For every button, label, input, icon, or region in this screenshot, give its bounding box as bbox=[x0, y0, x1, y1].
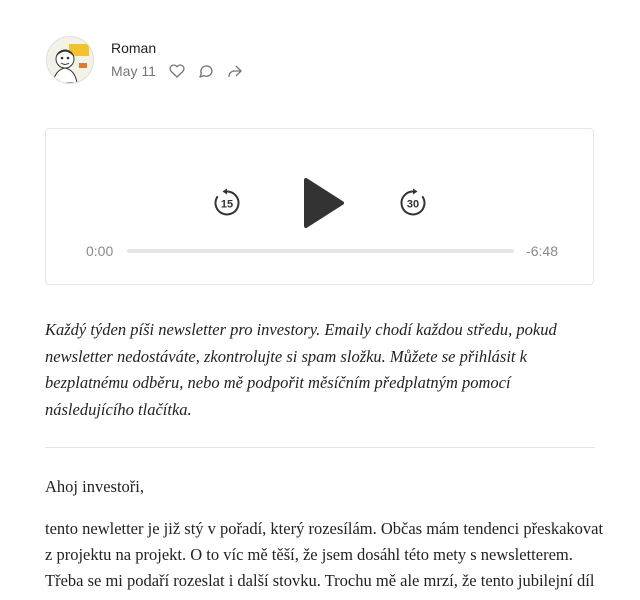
heart-icon[interactable] bbox=[169, 63, 185, 79]
audio-player: 15 30 0:00 -6:48 bbox=[45, 128, 594, 285]
avatar-image bbox=[47, 37, 93, 83]
divider bbox=[45, 447, 595, 448]
progress-track[interactable] bbox=[127, 249, 514, 253]
forward-30-button[interactable]: 30 bbox=[397, 187, 429, 219]
avatar[interactable] bbox=[46, 36, 94, 84]
current-time: 0:00 bbox=[86, 243, 114, 259]
greeting: Ahoj investoři, bbox=[45, 477, 144, 496]
intro-text: Každý týden píši newsletter pro investor… bbox=[45, 320, 557, 419]
author-name[interactable]: Roman bbox=[111, 40, 243, 56]
rewind-label: 15 bbox=[221, 199, 233, 211]
play-button[interactable] bbox=[302, 177, 346, 229]
share-icon[interactable] bbox=[227, 63, 243, 79]
body-paragraph: tento newletter je již stý v pořadí, kte… bbox=[45, 519, 604, 590]
rewind-15-button[interactable]: 15 bbox=[211, 187, 243, 219]
author-header: Roman May 11 bbox=[46, 36, 243, 84]
post-meta: May 11 bbox=[111, 63, 243, 79]
remaining-time: -6:48 bbox=[526, 243, 558, 259]
play-icon bbox=[304, 178, 344, 228]
comment-icon[interactable] bbox=[198, 63, 214, 79]
forward-label: 30 bbox=[407, 199, 419, 211]
rewind-icon: 15 bbox=[214, 188, 240, 216]
post-date: May 11 bbox=[111, 63, 156, 79]
forward-icon: 30 bbox=[400, 188, 426, 216]
